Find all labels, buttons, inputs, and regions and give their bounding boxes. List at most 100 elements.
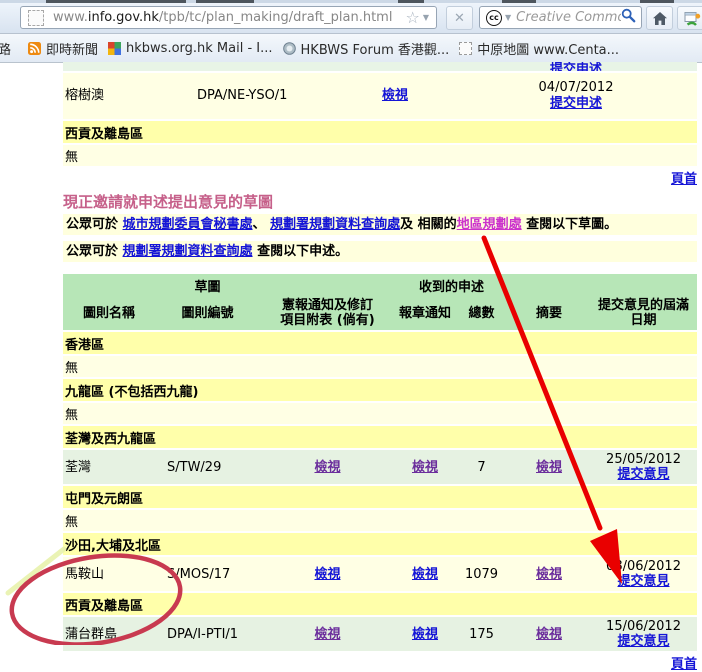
table-row: 榕樹澳 DPA/NE-YSO/1 檢視 04/07/2012提交申述 [63, 72, 697, 120]
bookmark-item[interactable]: 中原地圖 www.Centa... [459, 39, 619, 58]
submit-representation-link[interactable]: 提交申述 [550, 96, 602, 111]
back-to-top-link[interactable]: 頁首 [671, 657, 697, 672]
col-header-summary: 摘要 [508, 296, 590, 331]
empty-row: 無 [63, 355, 697, 378]
plan-number-cell: DPA/I-PTI/1 [155, 616, 260, 651]
section-row: 九龍區 (不包括西九龍) [63, 378, 697, 402]
bookmark-label: hkbws.org.hk Mail - I... [126, 41, 273, 56]
view-gazette-link[interactable]: 檢視 [314, 627, 340, 642]
plan-name-cell: 蒲台群島 [63, 616, 155, 651]
plan-number-cell: S/TW/29 [155, 449, 260, 485]
bookmarks-bar: 上路 即時新聞 hkbws.org.hk Mail - I... HKBWS F… [0, 34, 702, 63]
group-header-received: 收到的申述 [395, 274, 508, 296]
section-row: 荃灣及西九龍區 [63, 425, 697, 449]
search-engine-icon[interactable]: cc [486, 10, 502, 26]
view-summary-link[interactable]: 檢視 [536, 627, 562, 642]
section-row: 西貢及離島區 [63, 592, 697, 616]
total-cell: 175 [455, 616, 508, 651]
bookmark-item[interactable]: 即時新聞 [28, 39, 98, 58]
url-text[interactable]: www.info.gov.hk/tpb/tc/plan_making/draft… [53, 10, 406, 25]
tpb-secretariat-link[interactable]: 城市規劃委員會秘書處 [123, 217, 253, 232]
google-icon [108, 42, 121, 55]
intro-paragraph-2: 公眾可於 規劃署規劃資料查詢處 查閱以下申述。 [63, 241, 697, 262]
bookmark-label: HKBWS Forum 香港觀... [301, 39, 450, 58]
bookmark-star-icon[interactable]: ☆ [406, 8, 420, 27]
search-engine-dropdown-icon[interactable]: ▼ [505, 13, 511, 22]
text: 公眾可於 [66, 217, 123, 232]
column-header-row: 圖則名稱 圖則編號 憲報通知及修訂項目附表 (倘有) 報章通知 總數 摘要 提交… [63, 296, 697, 331]
intro-paragraph-1: 公眾可於 城市規劃委員會秘書處、 規劃署規劃資料查詢處及 相關的地區規劃處 查閱… [63, 214, 697, 235]
hkbws-logo-icon [283, 42, 296, 55]
url-bar[interactable]: www.info.gov.hk/tpb/tc/plan_making/draft… [20, 6, 437, 29]
date-cell: 04/07/2012 [539, 80, 614, 95]
text: 查閱以下申述。 [253, 244, 349, 259]
bookmark-label: 上路 [0, 39, 11, 58]
stop-button[interactable]: ✕ [446, 6, 473, 30]
page-section-heading: 現正邀請就申述提出意見的草圖 [63, 191, 697, 211]
view-link[interactable]: 檢視 [382, 88, 408, 103]
view-gazette-link[interactable]: 檢視 [314, 567, 340, 582]
bookmark-label: 中原地圖 www.Centa... [477, 39, 619, 58]
planning-enquiry-link[interactable]: 規劃署規劃資料查詢處 [270, 217, 400, 232]
group-header-plan: 草圖 [155, 274, 260, 296]
col-header-name: 圖則名稱 [63, 296, 155, 331]
view-summary-link[interactable]: 檢視 [536, 567, 562, 582]
date-cell: 15/06/2012 [606, 619, 681, 634]
plan-name-cell: 馬鞍山 [63, 556, 155, 592]
plan-name-cell: 榕樹澳 [63, 72, 185, 120]
col-header-number: 圖則編號 [155, 296, 260, 331]
navigation-toolbar: www.info.gov.hk/tpb/tc/plan_making/draft… [0, 3, 702, 34]
back-to-top: 頁首 [63, 653, 697, 669]
submit-representation-link[interactable]: 提交申述 [550, 62, 602, 71]
search-box[interactable]: cc ▼ Creative Commor [479, 6, 642, 29]
view-press-link[interactable]: 檢視 [412, 627, 438, 642]
empty-row: 無 [63, 144, 697, 166]
home-icon [652, 11, 668, 26]
plan-number-cell: S/MOS/17 [155, 556, 260, 592]
district-planning-office-link[interactable]: 地區規劃處 [457, 217, 522, 232]
table-row-cut: 提交申述 [63, 62, 697, 72]
extension-button[interactable] [677, 6, 702, 30]
section-row: 西貢及離島區 [63, 120, 697, 144]
table-row: 蒲台群島 DPA/I-PTI/1 檢視 檢視 175 檢視 15/06/2012… [63, 616, 697, 651]
col-header-date: 提交意見的屆滿日期 [590, 296, 697, 331]
submit-comments-link[interactable]: 提交意見 [618, 634, 670, 649]
home-button[interactable] [646, 6, 673, 30]
col-header-total: 總數 [455, 296, 508, 331]
col-header-gazette: 憲報通知及修訂項目附表 (倘有) [260, 296, 395, 331]
url-prefix: www. [53, 10, 88, 25]
bookmark-item[interactable]: HKBWS Forum 香港觀... [283, 39, 450, 58]
plan-number-cell: DPA/NE-YSO/1 [185, 72, 335, 120]
url-dropdown-icon[interactable]: ▼ [423, 13, 429, 22]
stop-icon: ✕ [454, 11, 465, 26]
bookmark-item[interactable]: 上路 [0, 39, 18, 58]
text: 、 [253, 217, 271, 232]
back-to-top-link[interactable]: 頁首 [671, 172, 697, 187]
representations-table: 提交申述 榕樹澳 DPA/NE-YSO/1 檢視 04/07/2012提交申述 … [63, 62, 697, 166]
view-gazette-link[interactable]: 檢視 [314, 460, 340, 475]
submit-comments-link[interactable]: 提交意見 [618, 467, 670, 482]
col-header-press: 報章通知 [395, 296, 455, 331]
section-row: 沙田,大埔及北區 [63, 532, 697, 556]
section-row: 香港區 [63, 331, 697, 355]
rss-icon [28, 42, 41, 55]
view-press-link[interactable]: 檢視 [412, 460, 438, 475]
planning-enquiry-link[interactable]: 規劃署規劃資料查詢處 [123, 244, 253, 259]
search-go-icon[interactable] [621, 8, 636, 27]
view-press-link[interactable]: 檢視 [412, 567, 438, 582]
bookmark-item[interactable]: hkbws.org.hk Mail - I... [108, 41, 273, 56]
group-header-row: 草圖 收到的申述 [63, 274, 697, 296]
submit-comments-link[interactable]: 提交意見 [618, 574, 670, 589]
site-identity-icon[interactable] [28, 10, 44, 26]
url-path: /tpb/tc/plan_making/draft_plan.html [159, 10, 393, 25]
text: 查閱以下草圖。 [522, 217, 618, 232]
url-domain: info.gov.hk [88, 10, 159, 25]
view-summary-link[interactable]: 檢視 [536, 460, 562, 475]
total-cell: 1079 [455, 556, 508, 592]
empty-row: 無 [63, 509, 697, 532]
plan-name-cell: 荃灣 [63, 449, 155, 485]
search-input[interactable]: Creative Commor [516, 10, 621, 25]
date-cell: 25/05/2012 [606, 452, 681, 467]
section-row: 屯門及元朗區 [63, 485, 697, 509]
table-row: 馬鞍山 S/MOS/17 檢視 檢視 1079 檢視 08/06/2012提交意… [63, 556, 697, 592]
